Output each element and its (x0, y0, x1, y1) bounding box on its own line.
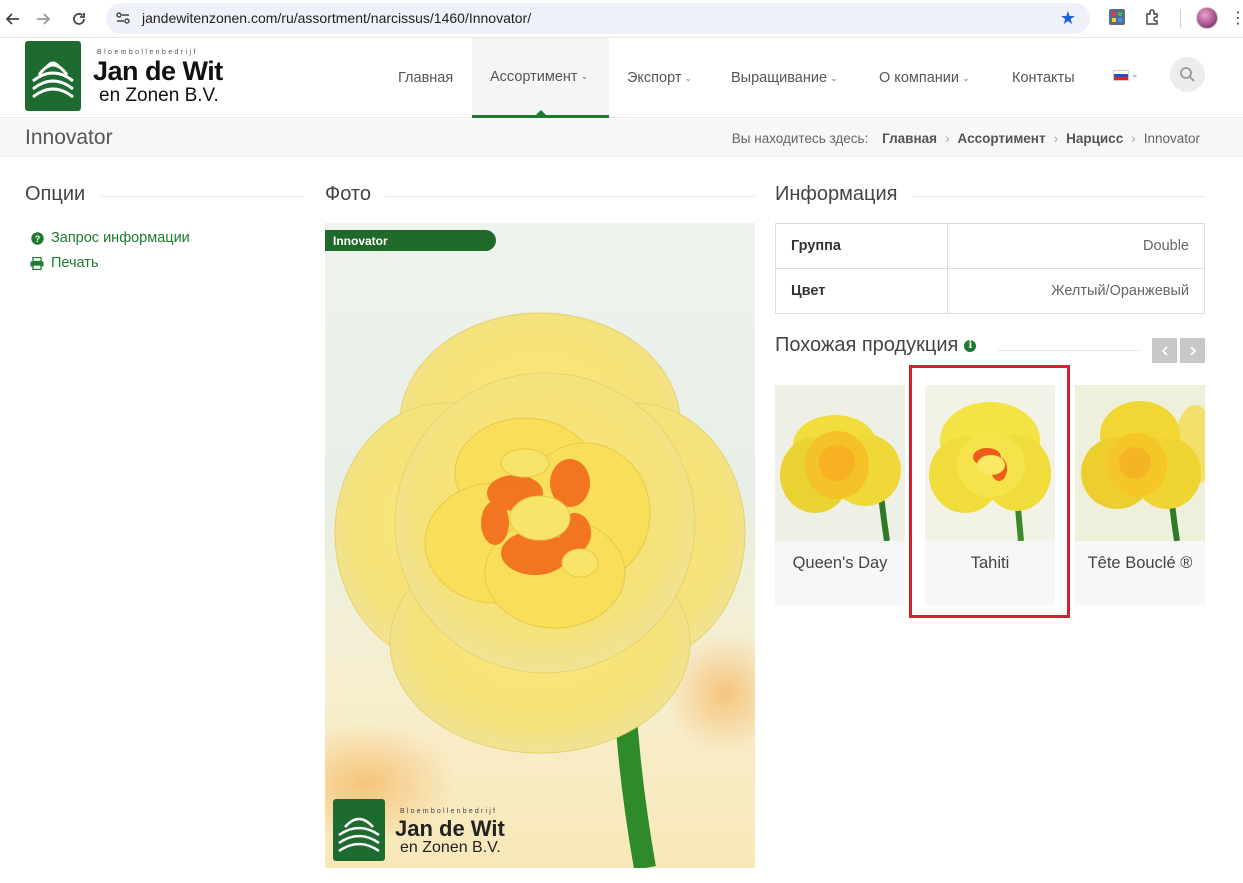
forward-button[interactable] (30, 6, 56, 32)
breadcrumb-separator-icon: › (945, 131, 950, 146)
svg-text:?: ? (34, 234, 40, 244)
chevron-down-icon: ⌄ (684, 72, 693, 83)
product-thumbnail (775, 385, 905, 541)
breadcrumb-current: Innovator (1143, 131, 1200, 146)
carousel-prev-button[interactable] (1152, 338, 1177, 363)
menu-item-label: Ассортимент (490, 68, 578, 85)
logo-subname: en Zonen B.V. (99, 85, 219, 106)
reload-button[interactable] (66, 6, 92, 32)
reload-icon (73, 13, 85, 25)
bookmark-star-icon[interactable]: ★ (1060, 8, 1076, 29)
print-label: Печать (51, 255, 99, 271)
info-table: Группа Double Цвет Желтый/Оранжевый (775, 223, 1205, 314)
print-link[interactable]: Печать (30, 255, 99, 271)
menu-item-label: Выращивание (731, 70, 828, 86)
toolbar-divider (1180, 9, 1181, 28)
photo-heading: Фото (325, 183, 371, 205)
product-photo[interactable]: Innovator Bloembollenbedrijf Jan de Wit … (325, 223, 755, 868)
menu-item-export[interactable]: Экспорт ⌄ (627, 38, 692, 118)
browser-toolbar: jandewitenzonen.com/ru/assortment/narcis… (0, 0, 1243, 38)
site-logo[interactable]: Bloembollenbedrijf Jan de Wit en Zonen B… (25, 41, 225, 111)
page-title: Innovator (25, 126, 113, 149)
page-title-bar: Innovator Вы находитесь здесь: Главная › А… (0, 119, 1243, 157)
browser-menu-icon[interactable]: ⋮ (1230, 8, 1243, 28)
product-name: Queen's Day (792, 554, 888, 572)
breadcrumb-home[interactable]: Главная (882, 131, 937, 146)
divider (913, 196, 1205, 197)
info-icon[interactable]: i (964, 339, 977, 352)
info-value: Желтый/Оранжевый (947, 268, 1205, 314)
narcissus-flower-image (325, 312, 755, 868)
language-flag-ru-icon[interactable] (1113, 70, 1129, 81)
extension-icon[interactable] (1108, 8, 1128, 28)
site-settings-icon[interactable] (114, 9, 132, 27)
breadcrumb-prefix: Вы находитесь здесь: (731, 131, 869, 146)
logo-badge (25, 41, 81, 111)
address-bar[interactable]: jandewitenzonen.com/ru/assortment/narcis… (106, 3, 1090, 34)
arrow-right-icon (37, 13, 51, 25)
menu-item-label: Главная (398, 70, 454, 86)
photo-tag: Innovator (325, 230, 496, 251)
search-button[interactable] (1170, 57, 1205, 92)
info-key: Группа (775, 223, 948, 269)
back-button[interactable] (0, 6, 26, 32)
print-icon (30, 256, 44, 270)
info-heading: Информация (775, 183, 898, 205)
carousel-next-button[interactable] (1180, 338, 1205, 363)
menu-item-growing[interactable]: Выращивание ⌄ (731, 38, 838, 118)
breadcrumb-separator-icon: › (1053, 131, 1059, 146)
similar-heading: Похожая продукция i (775, 334, 977, 357)
watermark-tagline: Bloembollenbedrijf (400, 808, 498, 815)
request-info-link[interactable]: ? Запрос информации (30, 230, 190, 246)
watermark-subname: en Zonen B.V. (400, 839, 501, 856)
search-icon (1180, 67, 1195, 82)
chevron-down-icon: ⌄ (580, 71, 589, 81)
breadcrumb: Вы находитесь здесь: Главная › Ассортимент… (732, 131, 1200, 146)
breadcrumb-narcissus[interactable]: Нарцисс (1066, 131, 1123, 146)
options-heading: Опции (25, 183, 86, 205)
url-text[interactable]: jandewitenzonen.com/ru/assortment/narcis… (142, 10, 531, 26)
breadcrumb-assortment[interactable]: Ассортимент (958, 131, 1046, 146)
chevron-right-icon (1189, 345, 1196, 356)
arrow-left-icon (5, 13, 19, 25)
info-value: Double (947, 223, 1205, 269)
table-row: Группа Double (775, 223, 1205, 269)
menu-item-label: Экспорт (627, 70, 682, 86)
menu-item-assortment[interactable]: Ассортимент ⌄ (472, 38, 609, 118)
chevron-left-icon (1161, 345, 1168, 356)
active-indicator (535, 110, 546, 115)
divider (101, 196, 304, 197)
menu-item-label: О компании (879, 70, 959, 86)
profile-avatar[interactable] (1196, 7, 1218, 29)
logo-tagline: Bloembollenbedrijf (97, 49, 198, 56)
similar-heading-label: Похожая продукция (775, 334, 959, 356)
breadcrumb-separator-icon: › (1131, 131, 1136, 146)
similar-product-card[interactable]: Queen's Day (775, 385, 905, 605)
extensions-puzzle-icon[interactable] (1144, 8, 1164, 28)
chevron-down-icon: ⌄ (830, 72, 838, 83)
chevron-down-icon: ⌄ (961, 72, 970, 83)
similar-product-card[interactable]: Tête Bouclé ® (1075, 385, 1205, 605)
info-key: Цвет (775, 268, 948, 314)
chevron-down-icon[interactable]: ⌄ (1131, 69, 1139, 80)
product-thumbnail (1075, 385, 1205, 541)
product-name: Tête Bouclé ® (1087, 554, 1193, 572)
table-row: Цвет Желтый/Оранжевый (775, 268, 1205, 314)
site-header: Bloembollenbedrijf Jan de Wit en Zonen B… (0, 38, 1243, 118)
menu-item-home[interactable]: Главная (398, 38, 453, 118)
divider (998, 350, 1141, 351)
logo-name: Jan de Wit (93, 56, 223, 86)
selection-highlight (909, 365, 1070, 618)
question-circle-icon: ? (30, 231, 44, 245)
menu-item-label: Контакты (1012, 70, 1075, 86)
menu-item-contacts[interactable]: Контакты (1012, 38, 1075, 118)
request-info-label: Запрос информации (51, 230, 190, 246)
menu-item-about[interactable]: О компании ⌄ (879, 38, 970, 118)
divider (385, 196, 755, 197)
